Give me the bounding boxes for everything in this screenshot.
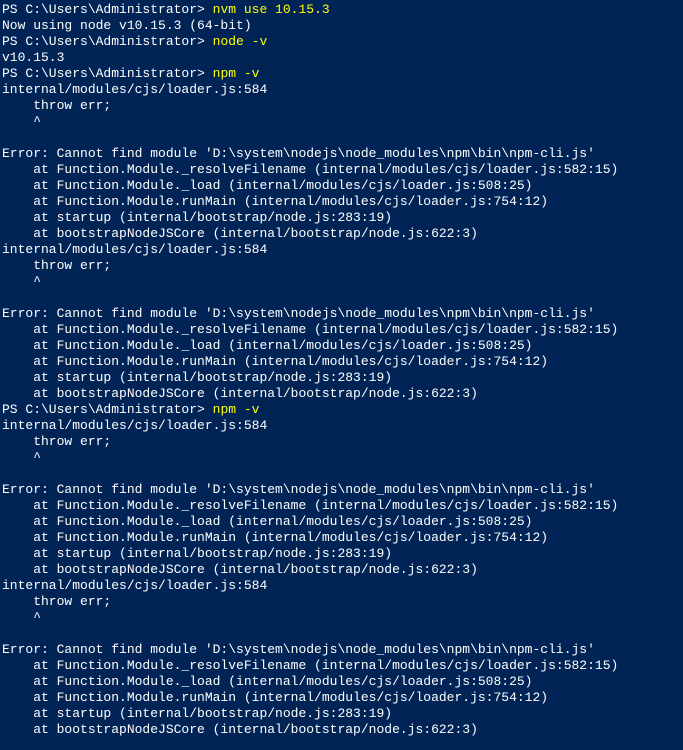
output-text: at Function.Module._load (internal/modul… [2,178,533,193]
output-text: at startup (internal/bootstrap/node.js:2… [2,706,392,721]
output-text: at Function.Module._resolveFilename (int… [2,162,618,177]
terminal-line: PS C:\Users\Administrator> npm -v [2,66,681,82]
output-text: Error: Cannot find module 'D:\system\nod… [2,642,595,657]
terminal-line: Error: Cannot find module 'D:\system\nod… [2,642,681,658]
output-text: at bootstrapNodeJSCore (internal/bootstr… [2,722,478,737]
output-text: throw err; [2,434,111,449]
output-text: throw err; [2,594,111,609]
terminal-line: at startup (internal/bootstrap/node.js:2… [2,706,681,722]
terminal-line: PS C:\Users\Administrator> nvm use 10.15… [2,2,681,18]
terminal-line [2,466,681,482]
terminal-line: ^ [2,610,681,626]
output-text: at startup (internal/bootstrap/node.js:2… [2,210,392,225]
terminal-line: at Function.Module._load (internal/modul… [2,178,681,194]
output-text: at Function.Module._resolveFilename (int… [2,322,618,337]
terminal-line: PS C:\Users\Administrator> npm -v [2,402,681,418]
command-text: npm -v [213,402,260,417]
output-text: throw err; [2,258,111,273]
output-text: ^ [2,114,41,129]
output-text: at startup (internal/bootstrap/node.js:2… [2,370,392,385]
terminal-line: at Function.Module.runMain (internal/mod… [2,530,681,546]
output-text: at Function.Module.runMain (internal/mod… [2,530,548,545]
terminal-line: internal/modules/cjs/loader.js:584 [2,82,681,98]
terminal-line [2,290,681,306]
terminal-line: ^ [2,114,681,130]
terminal-line: PS C:\Users\Administrator> node -v [2,34,681,50]
output-text: ^ [2,450,41,465]
output-text: at Function.Module._load (internal/modul… [2,514,533,529]
terminal-line: Error: Cannot find module 'D:\system\nod… [2,482,681,498]
terminal-line: at Function.Module.runMain (internal/mod… [2,690,681,706]
terminal-line [2,626,681,642]
terminal-line: throw err; [2,594,681,610]
terminal-line: Now using node v10.15.3 (64-bit) [2,18,681,34]
terminal-line: throw err; [2,98,681,114]
output-text: Error: Cannot find module 'D:\system\nod… [2,306,595,321]
output-text: PS C:\Users\Administrator> [2,66,213,81]
terminal-line: at bootstrapNodeJSCore (internal/bootstr… [2,386,681,402]
terminal-line: Error: Cannot find module 'D:\system\nod… [2,146,681,162]
terminal-line: internal/modules/cjs/loader.js:584 [2,418,681,434]
output-text: at Function.Module.runMain (internal/mod… [2,354,548,369]
terminal-line: at startup (internal/bootstrap/node.js:2… [2,210,681,226]
output-text: at bootstrapNodeJSCore (internal/bootstr… [2,562,478,577]
output-text: PS C:\Users\Administrator> [2,402,213,417]
terminal-line: at Function.Module._load (internal/modul… [2,514,681,530]
output-text: ^ [2,274,41,289]
output-text: Error: Cannot find module 'D:\system\nod… [2,146,595,161]
output-text: Error: Cannot find module 'D:\system\nod… [2,482,595,497]
terminal-line: Error: Cannot find module 'D:\system\nod… [2,306,681,322]
terminal-line: at Function.Module._resolveFilename (int… [2,162,681,178]
terminal-line: at Function.Module.runMain (internal/mod… [2,354,681,370]
output-text: throw err; [2,98,111,113]
terminal-line: at Function.Module._resolveFilename (int… [2,322,681,338]
output-text: internal/modules/cjs/loader.js:584 [2,82,267,97]
terminal-line: at startup (internal/bootstrap/node.js:2… [2,370,681,386]
output-text: ^ [2,610,41,625]
terminal-line [2,130,681,146]
terminal-line: ^ [2,450,681,466]
command-text: nvm use 10.15.3 [213,2,330,17]
output-text: PS C:\Users\Administrator> [2,34,213,49]
output-text: at Function.Module._resolveFilename (int… [2,658,618,673]
terminal-line: internal/modules/cjs/loader.js:584 [2,578,681,594]
output-text: at bootstrapNodeJSCore (internal/bootstr… [2,226,478,241]
terminal-line: at startup (internal/bootstrap/node.js:2… [2,546,681,562]
output-text: at Function.Module._resolveFilename (int… [2,498,618,513]
terminal-line: at bootstrapNodeJSCore (internal/bootstr… [2,562,681,578]
output-text: at Function.Module._load (internal/modul… [2,674,533,689]
terminal-line: throw err; [2,258,681,274]
output-text: at Function.Module.runMain (internal/mod… [2,194,548,209]
terminal-line: at Function.Module._load (internal/modul… [2,338,681,354]
output-text: at Function.Module.runMain (internal/mod… [2,690,548,705]
terminal-line: at Function.Module._resolveFilename (int… [2,658,681,674]
output-text: at Function.Module._load (internal/modul… [2,338,533,353]
command-text: node -v [213,34,268,49]
terminal-line: throw err; [2,434,681,450]
terminal-line: at bootstrapNodeJSCore (internal/bootstr… [2,226,681,242]
terminal-line: at Function.Module.runMain (internal/mod… [2,194,681,210]
output-text: internal/modules/cjs/loader.js:584 [2,418,267,433]
terminal-line: internal/modules/cjs/loader.js:584 [2,242,681,258]
output-text: internal/modules/cjs/loader.js:584 [2,242,267,257]
terminal-line: at Function.Module._resolveFilename (int… [2,498,681,514]
output-text: Now using node v10.15.3 (64-bit) [2,18,252,33]
output-text: PS C:\Users\Administrator> [2,2,213,17]
terminal-line: ^ [2,274,681,290]
output-text: at startup (internal/bootstrap/node.js:2… [2,546,392,561]
command-text: npm -v [213,66,260,81]
terminal-line: at Function.Module._load (internal/modul… [2,674,681,690]
powershell-terminal[interactable]: PS C:\Users\Administrator> nvm use 10.15… [2,2,681,738]
terminal-line: at bootstrapNodeJSCore (internal/bootstr… [2,722,681,738]
output-text: internal/modules/cjs/loader.js:584 [2,578,267,593]
output-text: v10.15.3 [2,50,64,65]
terminal-line: v10.15.3 [2,50,681,66]
output-text: at bootstrapNodeJSCore (internal/bootstr… [2,386,478,401]
